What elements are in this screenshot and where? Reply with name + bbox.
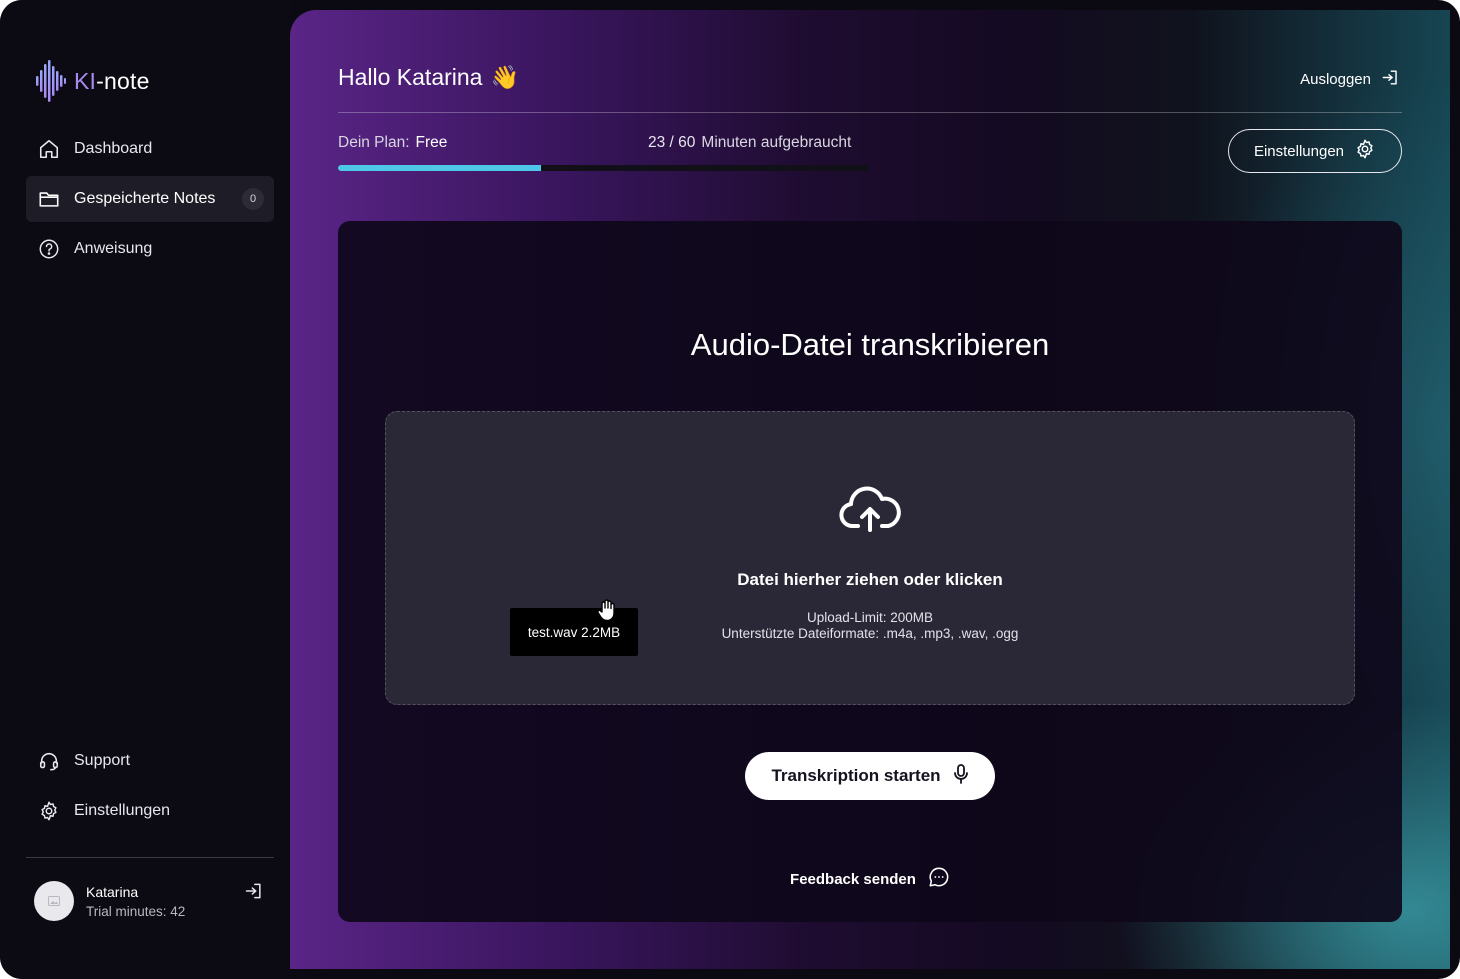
grab-cursor-icon (596, 598, 618, 627)
sidebar-item-label: Support (74, 752, 131, 769)
settings-button[interactable]: Einstellungen (1228, 129, 1402, 173)
sidebar-item-support[interactable]: Support (26, 738, 274, 784)
start-transcription-button[interactable]: Transkription starten (745, 752, 995, 800)
folder-icon (38, 188, 60, 210)
usage-count: 23 / 60 (648, 134, 696, 151)
image-placeholder-icon (48, 896, 60, 906)
waving-hand-icon: 👋 (490, 64, 520, 90)
trial-minutes: Trial minutes: 42 (86, 903, 186, 919)
greeting-text: Hallo Katarina (338, 64, 483, 90)
greeting: Hallo Katarina 👋 (338, 64, 519, 91)
usage-info: 23 / 60 Minuten aufgebraucht (648, 134, 851, 152)
app-window: KI-note Dashboard Gespeicherte Notes 0 A… (0, 0, 1460, 979)
app-logo[interactable]: KI-note (34, 58, 150, 104)
logout-button[interactable]: Ausloggen (1300, 68, 1400, 91)
file-dropzone[interactable]: Datei hierher ziehen oder klicken Upload… (385, 411, 1355, 705)
gear-icon (1354, 138, 1376, 164)
home-icon (38, 138, 60, 160)
waveform-logo-icon (34, 58, 68, 104)
settings-label: Einstellungen (1253, 142, 1345, 160)
dragged-file-chip[interactable]: test.wav 2.2MB (510, 608, 638, 656)
sidebar-divider (26, 857, 274, 858)
user-profile[interactable]: Katarina Trial minutes: 42 (34, 881, 268, 921)
upload-card: Audio-Datei transkribieren Datei hierher… (338, 221, 1402, 922)
upload-title: Audio-Datei transkribieren (690, 327, 1050, 362)
sidebar-item-label: Anweisung (74, 240, 153, 257)
sidebar-item-label: Dashboard (74, 140, 153, 157)
plan-info: Dein Plan: Free (338, 134, 447, 152)
sidebar-nav: Dashboard Gespeicherte Notes 0 Anweisung (26, 126, 274, 276)
plan-value: Free (415, 134, 448, 151)
feedback-label: Feedback senden (790, 870, 916, 888)
start-transcription-label: Transkription starten (771, 766, 941, 785)
chat-bubble-icon (928, 866, 950, 892)
logout-icon[interactable] (244, 881, 264, 906)
sidebar: KI-note Dashboard Gespeicherte Notes 0 A… (0, 0, 290, 979)
usage-progress-fill (338, 165, 542, 171)
logout-icon (1381, 68, 1400, 91)
usage-text: Minuten aufgebraucht (701, 134, 852, 151)
usage-progress-bar (338, 165, 869, 171)
user-name: Katarina (86, 883, 139, 900)
sidebar-bottom-nav: Support Einstellungen (26, 738, 274, 838)
sidebar-item-saved-notes[interactable]: Gespeicherte Notes 0 (26, 176, 274, 222)
sidebar-item-label: Gespeicherte Notes (74, 190, 216, 207)
notes-count-badge: 0 (242, 188, 264, 210)
sidebar-item-anweisung[interactable]: Anweisung (26, 226, 274, 272)
microphone-icon (953, 763, 969, 789)
sidebar-item-einstellungen[interactable]: Einstellungen (26, 788, 274, 834)
header-divider (338, 112, 1402, 113)
dropzone-title: Datei hierher ziehen oder klicken (737, 570, 1003, 589)
cloud-upload-icon (838, 486, 902, 539)
plan-label: Dein Plan: (338, 134, 410, 151)
app-name: KI-note (74, 67, 150, 94)
headset-icon (38, 750, 60, 772)
sidebar-item-label: Einstellungen (74, 802, 171, 819)
logout-label: Ausloggen (1300, 71, 1371, 88)
sidebar-item-dashboard[interactable]: Dashboard (26, 126, 274, 172)
gear-icon (38, 800, 60, 822)
avatar (34, 881, 74, 921)
feedback-button[interactable]: Feedback senden (338, 866, 1402, 892)
help-circle-icon (38, 238, 60, 260)
main-content: Hallo Katarina 👋 Ausloggen Dein Plan: Fre… (290, 10, 1450, 969)
